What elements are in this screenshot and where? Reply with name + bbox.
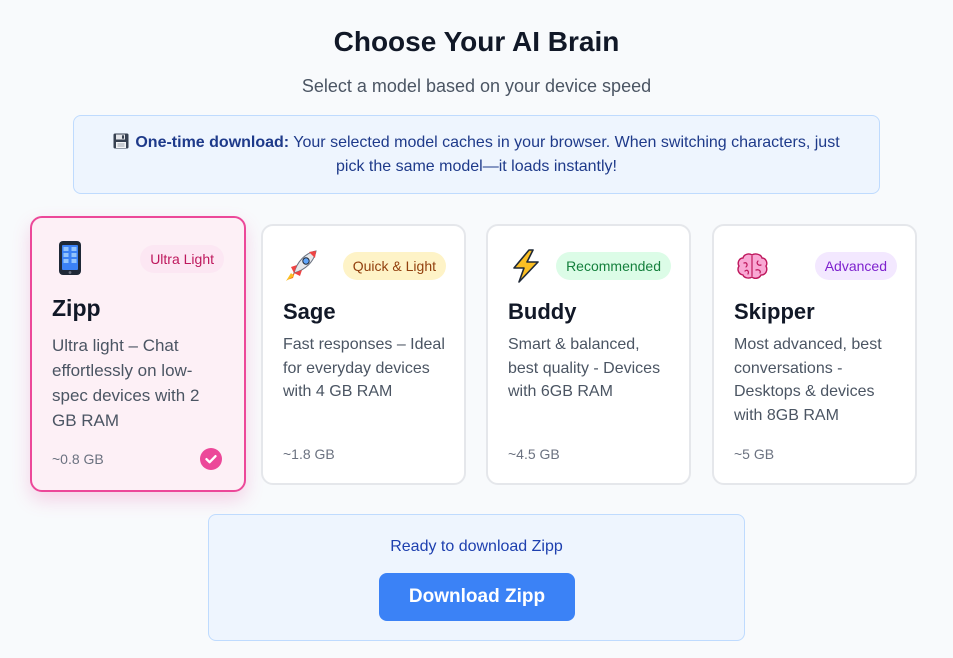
lightning-icon [513,249,539,283]
mobile-phone-icon [59,241,81,275]
model-description: Most advanced, best conversations - Desk… [734,336,882,424]
model-name: Sage [283,299,336,324]
brain-icon [737,253,768,280]
model-selection-page: Choose Your AI Brain Select a model base… [0,0,953,658]
model-size: ~5 GB [734,446,775,462]
notice-label: One-time download: [135,134,290,151]
model-name: Buddy [508,299,577,324]
model-size: ~0.8 GB [52,451,104,467]
model-card-skipper[interactable]: Advanced Skipper Most advanced, best con… [712,224,917,485]
model-card-sage[interactable]: Quick & Light Sage Fast responses – Idea… [261,224,466,485]
model-description: Fast responses – Ideal for everyday devi… [283,336,445,400]
page-subtitle: Select a model based on your device spee… [301,76,652,96]
model-name: Skipper [734,299,815,324]
page-title: Choose Your AI Brain [333,26,620,57]
model-badge: Recommended [556,252,671,280]
model-description: Smart & balanced, best quality - Devices… [508,336,661,400]
download-notice: One-time download: Your selected model c… [73,115,880,194]
selected-check-icon [200,448,222,470]
download-button[interactable]: Download Zipp [379,573,575,621]
download-panel: Ready to download Zipp Download Zipp [208,514,745,641]
download-status: Ready to download Zipp [390,538,563,555]
floppy-disk-icon [113,133,129,149]
model-name: Zipp [52,295,101,321]
model-badge: Quick & Light [342,252,446,280]
notice-text: Your selected model caches in your brows… [293,134,840,175]
model-size: ~1.8 GB [283,446,335,462]
model-card-zipp[interactable]: Ultra Light Zipp Ultra light – Chat effo… [30,216,246,492]
model-badge: Ultra Light [140,245,224,273]
model-description: Ultra light – Chat effortlessly on low-s… [52,336,200,430]
model-card-buddy[interactable]: Recommended Buddy Smart & balanced, best… [486,224,691,485]
rocket-icon [286,250,317,281]
model-badge: Advanced [814,252,897,280]
model-size: ~4.5 GB [508,446,560,462]
